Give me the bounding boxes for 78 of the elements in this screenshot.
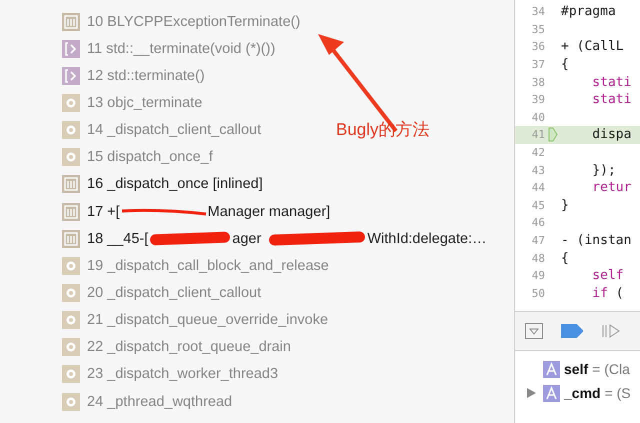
frame-label: 15 dispatch_once_f bbox=[87, 149, 213, 166]
line-number: 40 bbox=[530, 110, 545, 124]
frame-label: 22 _dispatch_root_queue_drain bbox=[87, 339, 291, 356]
code-text: #pragma bbox=[561, 4, 616, 20]
frame-label: Manager manager] bbox=[208, 204, 330, 220]
line-number: 42 bbox=[530, 146, 545, 160]
code-text: retur bbox=[591, 180, 632, 196]
code-text: } bbox=[561, 198, 569, 213]
line-number: 41 bbox=[530, 128, 545, 142]
frame-label: 12 std::terminate() bbox=[87, 68, 205, 84]
line-number: 49 bbox=[530, 269, 545, 282]
line-number: 50 bbox=[530, 286, 545, 300]
variable-type-icon bbox=[543, 360, 560, 378]
frame-label: 11 std::__terminate(void (*)()) bbox=[87, 40, 276, 57]
code-text: + (CallL bbox=[561, 39, 624, 54]
gear-icon bbox=[62, 148, 80, 166]
code-text: - (instan bbox=[561, 233, 632, 248]
gear-icon bbox=[62, 392, 80, 411]
frame-label: 10 BLYCPPExceptionTerminate() bbox=[87, 14, 300, 30]
gear-icon bbox=[62, 256, 80, 275]
line-number: 48 bbox=[530, 252, 545, 265]
frame-label: 14 _dispatch_client_callout bbox=[87, 122, 262, 138]
code-text: { bbox=[561, 250, 569, 266]
frame-label: 17 +[ bbox=[87, 204, 120, 220]
variable-name: _cmd bbox=[564, 385, 601, 401]
code-text: stati bbox=[591, 74, 632, 90]
bracket-icon bbox=[62, 66, 80, 85]
frame-label: 21 _dispatch_queue_override_invoke bbox=[87, 312, 328, 328]
variable-value: = (S bbox=[604, 385, 631, 401]
gear-icon bbox=[62, 338, 80, 356]
instruction-pointer-icon bbox=[548, 127, 558, 142]
line-number: 47 bbox=[530, 234, 545, 248]
frame-label: 23 _dispatch_worker_thread3 bbox=[87, 366, 278, 382]
frame-label: 16 _dispatch_once [inlined] bbox=[87, 176, 263, 192]
columns-icon bbox=[62, 175, 80, 194]
frame-label: 13 objc_terminate bbox=[87, 94, 202, 111]
breakpoint-icon[interactable] bbox=[561, 324, 583, 338]
code-text: dispa bbox=[591, 127, 632, 142]
gear-icon bbox=[62, 365, 80, 384]
line-number: 46 bbox=[530, 216, 545, 230]
line-number: 38 bbox=[530, 76, 545, 89]
gear-icon bbox=[62, 121, 80, 140]
code-text: self bbox=[591, 268, 624, 284]
disclosure-triangle-icon[interactable] bbox=[527, 388, 536, 398]
columns-icon bbox=[62, 12, 80, 31]
frame-label: WithId:delegate:… bbox=[367, 230, 487, 247]
frame-label: 24 _pthread_wqthread bbox=[87, 394, 232, 410]
line-number: 36 bbox=[530, 40, 545, 54]
hide-panel-icon[interactable] bbox=[525, 323, 543, 339]
variable-type-icon bbox=[543, 384, 560, 402]
columns-icon bbox=[62, 230, 80, 248]
code-text: }); bbox=[591, 162, 616, 178]
line-number: 35 bbox=[530, 22, 545, 36]
frame-label: 18 __45-[ bbox=[87, 230, 148, 247]
continue-icon[interactable] bbox=[601, 323, 621, 339]
frame-label: 20 _dispatch_client_callout bbox=[87, 284, 262, 301]
gear-icon bbox=[62, 94, 80, 112]
frame-label: 19 _dispatch_call_block_and_release bbox=[87, 258, 329, 274]
line-number: 39 bbox=[530, 93, 545, 106]
columns-icon bbox=[62, 202, 80, 221]
variable-value: = (Cla bbox=[592, 361, 630, 377]
gear-icon bbox=[62, 284, 80, 302]
line-number: 43 bbox=[530, 164, 545, 177]
code-text: ( bbox=[614, 286, 624, 301]
frame-label: ager bbox=[232, 230, 262, 247]
line-number: 34 bbox=[530, 5, 545, 18]
line-number: 45 bbox=[530, 198, 545, 212]
line-number: 44 bbox=[530, 181, 545, 194]
variable-name: self bbox=[564, 361, 588, 377]
code-text: if bbox=[591, 286, 608, 301]
gear-icon bbox=[62, 311, 80, 330]
line-number: 37 bbox=[530, 58, 545, 72]
code-text: stati bbox=[591, 92, 632, 108]
code-text: { bbox=[561, 57, 569, 72]
annotation-text: Bugly的方法 bbox=[336, 119, 430, 141]
variable-row[interactable]: _cmd = (S bbox=[515, 381, 640, 405]
bracket-icon bbox=[62, 40, 80, 58]
variable-row[interactable]: self = (Cla bbox=[515, 357, 640, 381]
